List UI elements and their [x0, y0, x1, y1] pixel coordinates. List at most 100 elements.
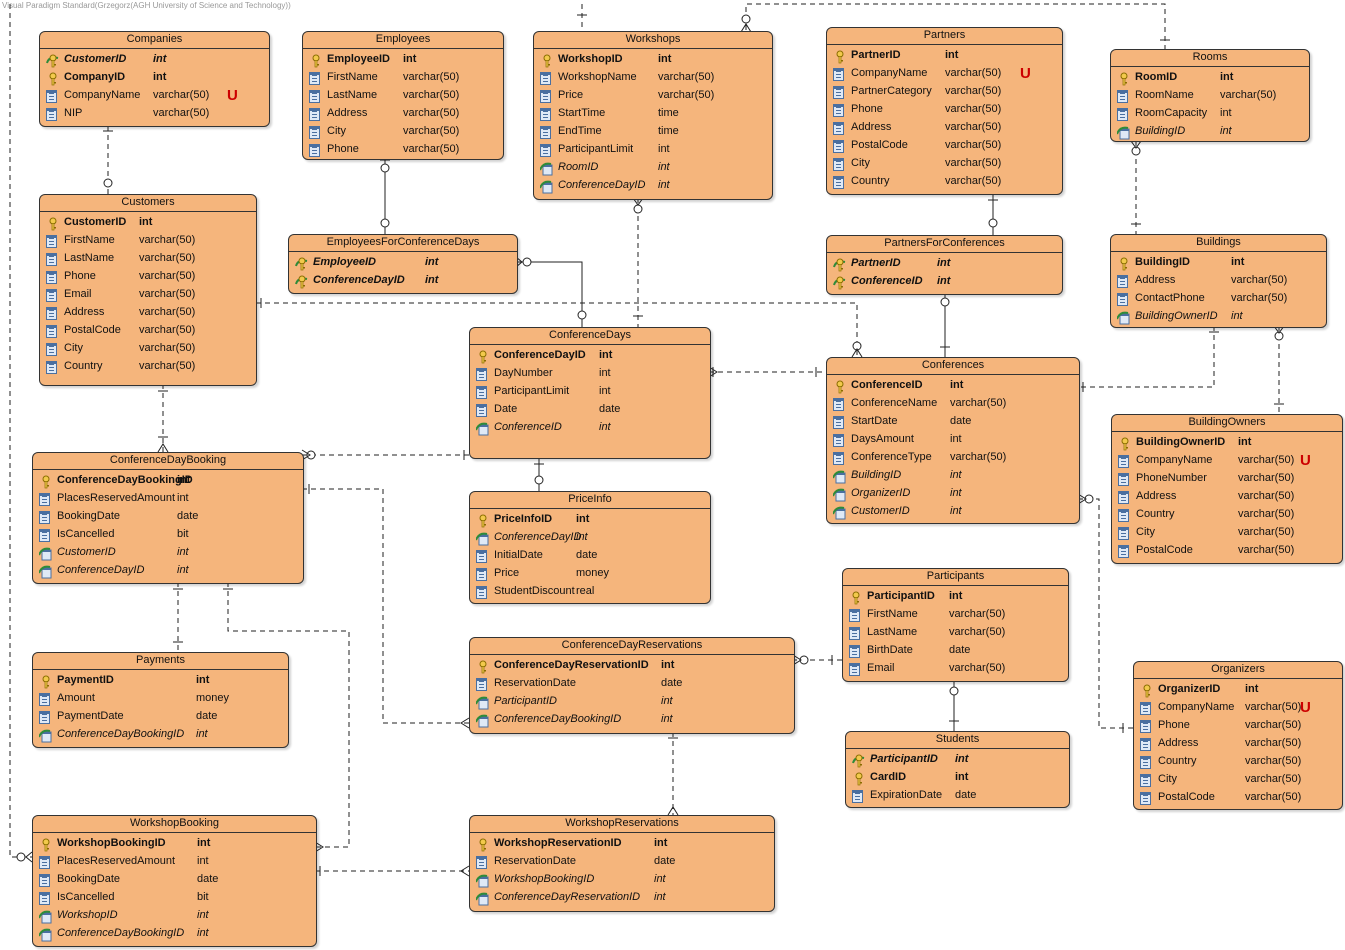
column-row[interactable]: WorkshopID int	[534, 51, 772, 69]
column-row[interactable]: Address varchar(50)	[1134, 735, 1342, 753]
column-row[interactable]: Amount money	[33, 690, 288, 708]
column-row[interactable]: CompanyName varchar(50) U	[1134, 699, 1342, 717]
column-row[interactable]: ConferenceDayBookingID int	[33, 726, 288, 744]
column-row[interactable]: ConferenceDayID int	[534, 177, 772, 195]
column-row[interactable]: ConferenceDayID int	[33, 562, 303, 580]
column-row[interactable]: OrganizerID int	[1134, 681, 1342, 699]
column-row[interactable]: BuildingID int	[1111, 254, 1326, 272]
column-row[interactable]: City varchar(50)	[1134, 771, 1342, 789]
column-row[interactable]: ConferenceDayReservationID int	[470, 889, 774, 907]
entity-students[interactable]: Students ParticipantID int CardID int Expirat…	[845, 731, 1070, 808]
column-row[interactable]: PlacesReservedAmount int	[33, 853, 316, 871]
column-row[interactable]: Address varchar(50)	[303, 105, 503, 123]
entity-employees[interactable]: Employees EmployeeID int FirstName varchar(5…	[302, 31, 504, 160]
column-row[interactable]: Phone varchar(50)	[303, 141, 503, 159]
column-row[interactable]: StudentDiscount real	[470, 583, 710, 601]
column-row[interactable]: PartnerCategory varchar(50)	[827, 83, 1062, 101]
column-row[interactable]: LastName varchar(50)	[303, 87, 503, 105]
column-row[interactable]: ParticipantID int	[470, 693, 794, 711]
column-row[interactable]: WorkshopID int	[33, 907, 316, 925]
column-row[interactable]: PlacesReservedAmount int	[33, 490, 303, 508]
entity-partners[interactable]: Partners PartnerID int CompanyName varchar(5…	[826, 27, 1063, 195]
column-row[interactable]: ExpirationDate date	[846, 787, 1069, 805]
column-row[interactable]: BookingDate date	[33, 508, 303, 526]
column-row[interactable]: RoomCapacity int	[1111, 105, 1309, 123]
column-row[interactable]: FirstName varchar(50)	[843, 606, 1068, 624]
column-row[interactable]: PartnerID int	[827, 255, 1062, 273]
column-row[interactable]: BuildingID int	[1111, 123, 1309, 141]
column-row[interactable]: ConferenceDayBookingID int	[33, 472, 303, 490]
column-row[interactable]: Country varchar(50)	[40, 358, 256, 376]
column-row[interactable]: Address varchar(50)	[1112, 488, 1342, 506]
column-row[interactable]: BirthDate date	[843, 642, 1068, 660]
column-row[interactable]: LastName varchar(50)	[843, 624, 1068, 642]
column-row[interactable]: ConferenceDayID int	[470, 347, 710, 365]
column-row[interactable]: ConferenceDayBookingID int	[470, 711, 794, 729]
column-row[interactable]: Country varchar(50)	[827, 173, 1062, 191]
column-row[interactable]: WorkshopReservationID int	[470, 835, 774, 853]
column-row[interactable]: EmployeeID int	[303, 51, 503, 69]
column-row[interactable]: WorkshopName varchar(50)	[534, 69, 772, 87]
column-row[interactable]: Address varchar(50)	[1111, 272, 1326, 290]
column-row[interactable]: FirstName varchar(50)	[40, 232, 256, 250]
entity-buildings[interactable]: Buildings BuildingID int Address varchar(50)…	[1110, 234, 1327, 328]
column-row[interactable]: City varchar(50)	[1112, 524, 1342, 542]
entity-conferencedays[interactable]: ConferenceDays ConferenceDayID int DayNumbe…	[469, 327, 711, 459]
column-row[interactable]: EmployeeID int	[289, 254, 517, 272]
column-row[interactable]: City varchar(50)	[827, 155, 1062, 173]
column-row[interactable]: ContactPhone varchar(50)	[1111, 290, 1326, 308]
column-row[interactable]: CompanyID int	[40, 69, 269, 87]
column-row[interactable]: NIP varchar(50)	[40, 105, 269, 123]
column-row[interactable]: Phone varchar(50)	[827, 101, 1062, 119]
column-row[interactable]: Phone varchar(50)	[40, 268, 256, 286]
column-row[interactable]: BuildingOwnerID int	[1111, 308, 1326, 326]
column-row[interactable]: CustomerID int	[827, 503, 1079, 521]
column-row[interactable]: Country varchar(50)	[1134, 753, 1342, 771]
column-row[interactable]: ConferenceID int	[827, 377, 1079, 395]
column-row[interactable]: DayNumber int	[470, 365, 710, 383]
column-row[interactable]: FirstName varchar(50)	[303, 69, 503, 87]
column-row[interactable]: PostalCode varchar(50)	[1134, 789, 1342, 807]
column-row[interactable]: ReservationDate date	[470, 853, 774, 871]
column-row[interactable]: StartTime time	[534, 105, 772, 123]
entity-conferencedaybooking[interactable]: ConferenceDayBooking ConferenceDayBooking…	[32, 452, 304, 584]
column-row[interactable]: ConferenceDayBookingID int	[33, 925, 316, 943]
entity-buildingowners[interactable]: BuildingOwners BuildingOwnerID int CompanyN…	[1111, 414, 1343, 564]
column-row[interactable]: PaymentID int	[33, 672, 288, 690]
column-row[interactable]: RoomID int	[534, 159, 772, 177]
column-row[interactable]: Email varchar(50)	[40, 286, 256, 304]
entity-workshopreservations[interactable]: WorkshopReservations WorkshopReservationI…	[469, 815, 775, 912]
column-row[interactable]: ParticipantLimit int	[470, 383, 710, 401]
entity-participants[interactable]: Participants ParticipantID int FirstName var…	[842, 568, 1069, 682]
column-row[interactable]: ConferenceID int	[470, 419, 710, 437]
entity-partnersforconferences[interactable]: PartnersForConferences PartnerID int Confer…	[826, 235, 1063, 295]
column-row[interactable]: Country varchar(50)	[1112, 506, 1342, 524]
column-row[interactable]: ConferenceType varchar(50)	[827, 449, 1079, 467]
column-row[interactable]: ParticipantLimit int	[534, 141, 772, 159]
column-row[interactable]: ConferenceDayReservationID int	[470, 657, 794, 675]
column-row[interactable]: Price varchar(50)	[534, 87, 772, 105]
column-row[interactable]: PostalCode varchar(50)	[827, 137, 1062, 155]
column-row[interactable]: PostalCode varchar(50)	[40, 322, 256, 340]
entity-payments[interactable]: Payments PaymentID int Amount money PaymentDa…	[32, 652, 289, 748]
column-row[interactable]: Phone varchar(50)	[1134, 717, 1342, 735]
entity-employeesforconferencedays[interactable]: EmployeesForConferenceDays EmployeeID int C…	[288, 234, 518, 294]
column-row[interactable]: BuildingID int	[827, 467, 1079, 485]
entity-workshops[interactable]: Workshops WorkshopID int WorkshopName varcha…	[533, 31, 773, 200]
column-row[interactable]: IsCancelled bit	[33, 526, 303, 544]
column-row[interactable]: IsCancelled bit	[33, 889, 316, 907]
column-row[interactable]: Address varchar(50)	[40, 304, 256, 322]
column-row[interactable]: EndTime time	[534, 123, 772, 141]
column-row[interactable]: BuildingOwnerID int	[1112, 434, 1342, 452]
column-row[interactable]: PartnerID int	[827, 47, 1062, 65]
column-row[interactable]: ConferenceDayID int	[289, 272, 517, 290]
entity-conferences[interactable]: Conferences ConferenceID int ConferenceName…	[826, 357, 1080, 524]
column-row[interactable]: BookingDate date	[33, 871, 316, 889]
column-row[interactable]: ConferenceID int	[827, 273, 1062, 291]
column-row[interactable]: ConferenceName varchar(50)	[827, 395, 1079, 413]
column-row[interactable]: WorkshopBookingID int	[470, 871, 774, 889]
column-row[interactable]: Price money	[470, 565, 710, 583]
column-row[interactable]: CardID int	[846, 769, 1069, 787]
column-row[interactable]: StartDate date	[827, 413, 1079, 431]
column-row[interactable]: PostalCode varchar(50)	[1112, 542, 1342, 560]
